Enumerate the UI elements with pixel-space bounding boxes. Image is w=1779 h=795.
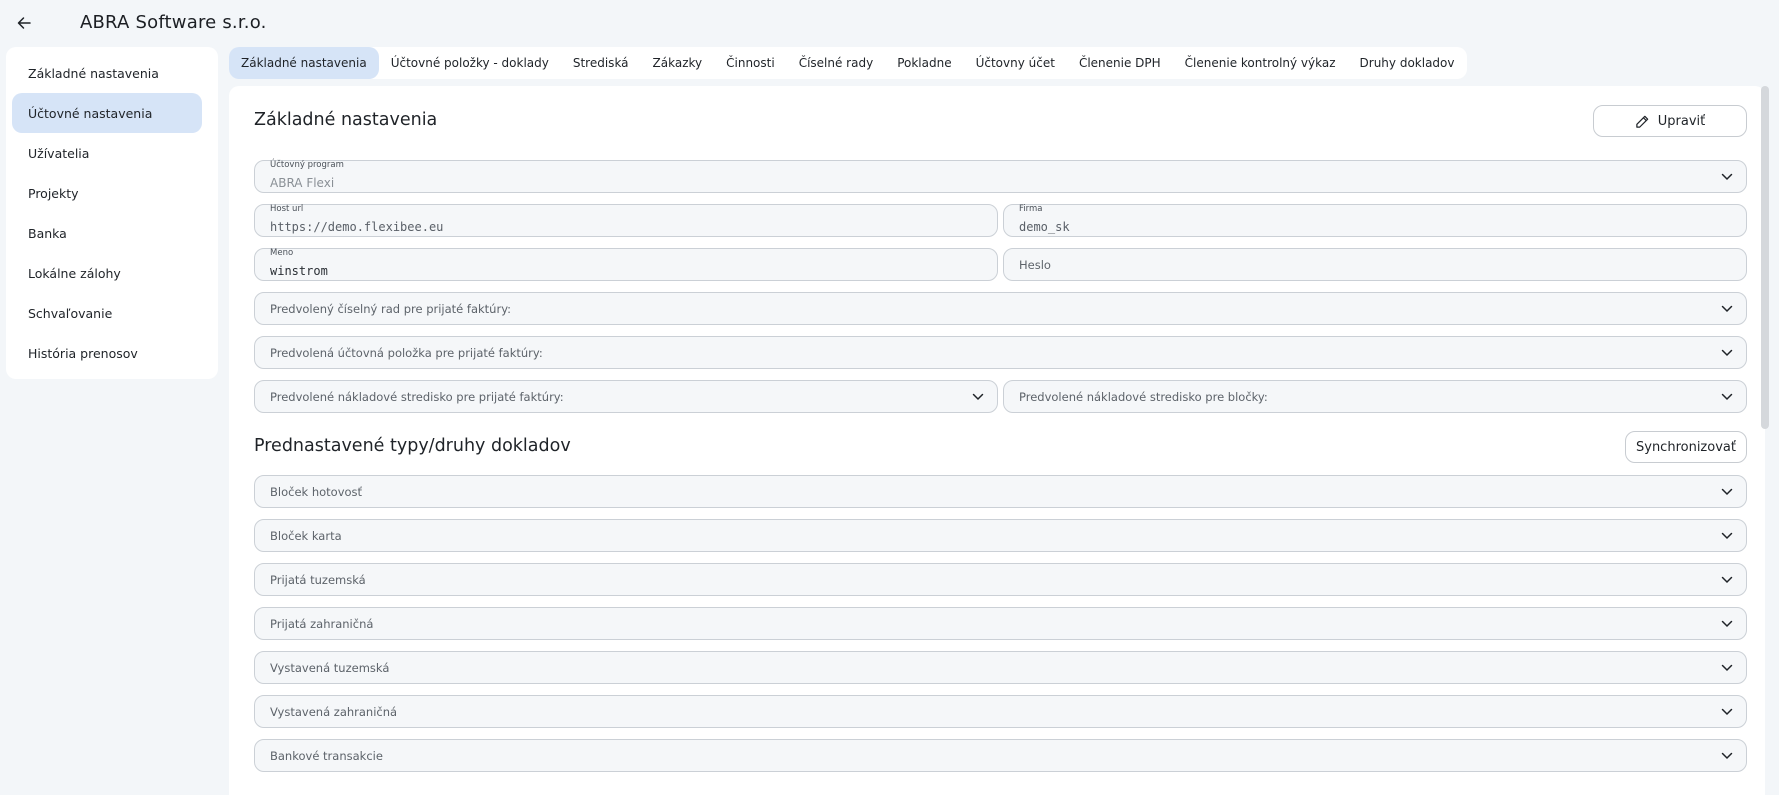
doc-type-label: Vystavená zahraničná [270, 705, 398, 719]
tab-centers[interactable]: Strediská [561, 47, 641, 79]
chevron-down-icon [1721, 532, 1733, 540]
chevron-down-icon [1721, 173, 1733, 181]
sidebar-item-local-backups[interactable]: Lokálne zálohy [12, 253, 212, 293]
doc-type-label: Vystavená tuzemská [270, 661, 390, 675]
sidebar-item-projects[interactable]: Projekty [12, 173, 212, 213]
default-series-label: Predvolený číselný rad pre prijaté faktú… [270, 302, 512, 316]
meno-label: Meno [270, 248, 294, 258]
chevron-down-icon [1721, 305, 1733, 313]
pencil-icon [1636, 115, 1649, 128]
tab-bar: Základné nastavenia Účtovné položky - do… [229, 47, 1467, 79]
sidebar: Základné nastavenia Účtovné nastavenia U… [6, 47, 218, 379]
tab-basic-settings[interactable]: Základné nastavenia [229, 47, 379, 79]
host-url-field[interactable]: Host url https://demo.flexibee.eu [254, 204, 998, 237]
meno-value: winstrom [270, 264, 328, 278]
doc-type-select[interactable]: Bloček karta [254, 519, 1747, 552]
doc-type-select[interactable]: Bankové transakcie [254, 739, 1747, 772]
sidebar-item-users[interactable]: Užívatelia [12, 133, 212, 173]
chevron-down-icon [1721, 708, 1733, 716]
chevron-down-icon [1721, 349, 1733, 357]
default-series-select[interactable]: Predvolený číselný rad pre prijaté faktú… [254, 292, 1747, 325]
top-bar: ABRA Software s.r.o. [0, 0, 1779, 46]
main-panel: Základné nastavenia Upraviť Účtovný prog… [229, 86, 1765, 795]
edit-button[interactable]: Upraviť [1593, 105, 1747, 137]
default-center-receipts-label: Predvolené nákladové stredisko pre bločk… [1019, 390, 1268, 404]
vertical-scrollbar[interactable] [1761, 86, 1769, 429]
doc-type-label: Prijatá tuzemská [270, 573, 366, 587]
tab-control-statement[interactable]: Členenie kontrolný výkaz [1173, 47, 1348, 79]
heslo-placeholder: Heslo [1019, 258, 1051, 272]
default-center-invoices-label: Predvolené nákladové stredisko pre prija… [270, 390, 564, 404]
sync-button-label: Synchronizovať [1636, 439, 1736, 455]
default-center-invoices-select[interactable]: Predvolené nákladové stredisko pre prija… [254, 380, 998, 413]
tab-orders[interactable]: Zákazky [641, 47, 715, 79]
edit-button-label: Upraviť [1657, 113, 1706, 129]
tab-document-types[interactable]: Druhy dokladov [1348, 47, 1467, 79]
doc-type-select[interactable]: Bloček hotovosť [254, 475, 1747, 508]
doc-type-select[interactable]: Prijatá zahraničná [254, 607, 1747, 640]
chevron-down-icon [1721, 620, 1733, 628]
sidebar-item-basic-settings[interactable]: Základné nastavenia [12, 53, 212, 93]
tab-vat-breakdown[interactable]: Členenie DPH [1067, 47, 1173, 79]
sidebar-item-approval[interactable]: Schvaľovanie [12, 293, 212, 333]
doc-type-select[interactable]: Vystavená tuzemská [254, 651, 1747, 684]
firma-field[interactable]: Firma demo_sk [1003, 204, 1747, 237]
chevron-down-icon [1721, 752, 1733, 760]
accounting-program-select[interactable]: Účtovný program ABRA Flexi [254, 160, 1747, 193]
chevron-down-icon [1721, 664, 1733, 672]
sidebar-item-transfer-history[interactable]: História prenosov [12, 333, 212, 373]
tab-cash-desks[interactable]: Pokladne [885, 47, 963, 79]
doc-type-select[interactable]: Prijatá tuzemská [254, 563, 1747, 596]
firma-value: demo_sk [1019, 220, 1070, 234]
chevron-down-icon [1721, 576, 1733, 584]
sidebar-item-bank[interactable]: Banka [12, 213, 212, 253]
doc-type-label: Bankové transakcie [270, 749, 383, 763]
doc-type-label: Bloček hotovosť [270, 485, 363, 499]
default-center-receipts-select[interactable]: Predvolené nákladové stredisko pre bločk… [1003, 380, 1747, 413]
chevron-down-icon [972, 393, 984, 401]
doc-type-label: Bloček karta [270, 529, 342, 543]
doc-type-select[interactable]: Vystavená zahraničná [254, 695, 1747, 728]
doc-type-label: Prijatá zahraničná [270, 617, 374, 631]
chevron-down-icon [1721, 393, 1733, 401]
sync-button[interactable]: Synchronizovať [1625, 431, 1747, 463]
sidebar-item-accounting-settings[interactable]: Účtovné nastavenia [12, 93, 202, 133]
tab-number-series[interactable]: Číselné rady [787, 47, 886, 79]
accounting-program-value: ABRA Flexi [270, 176, 335, 190]
chevron-down-icon [1721, 488, 1733, 496]
arrow-left-icon [17, 17, 31, 29]
heslo-field[interactable]: Heslo [1003, 248, 1747, 281]
back-button[interactable] [12, 11, 36, 35]
tab-activities[interactable]: Činnosti [714, 47, 787, 79]
host-url-label: Host url [270, 204, 304, 214]
host-url-value: https://demo.flexibee.eu [270, 220, 444, 234]
meno-field[interactable]: Meno winstrom [254, 248, 998, 281]
company-title: ABRA Software s.r.o. [80, 12, 267, 33]
accounting-program-label: Účtovný program [270, 160, 344, 170]
tab-accounting-account[interactable]: Účtovny účet [964, 47, 1067, 79]
default-item-select[interactable]: Predvolená účtovná položka pre prijaté f… [254, 336, 1747, 369]
tab-accounting-items[interactable]: Účtovné položky - doklady [379, 47, 561, 79]
section-title-basic: Základné nastavenia [254, 110, 438, 130]
default-item-label: Predvolená účtovná položka pre prijaté f… [270, 346, 543, 360]
firma-label: Firma [1019, 204, 1043, 214]
section-title-doc-types: Prednastavené typy/druhy dokladov [254, 436, 571, 456]
